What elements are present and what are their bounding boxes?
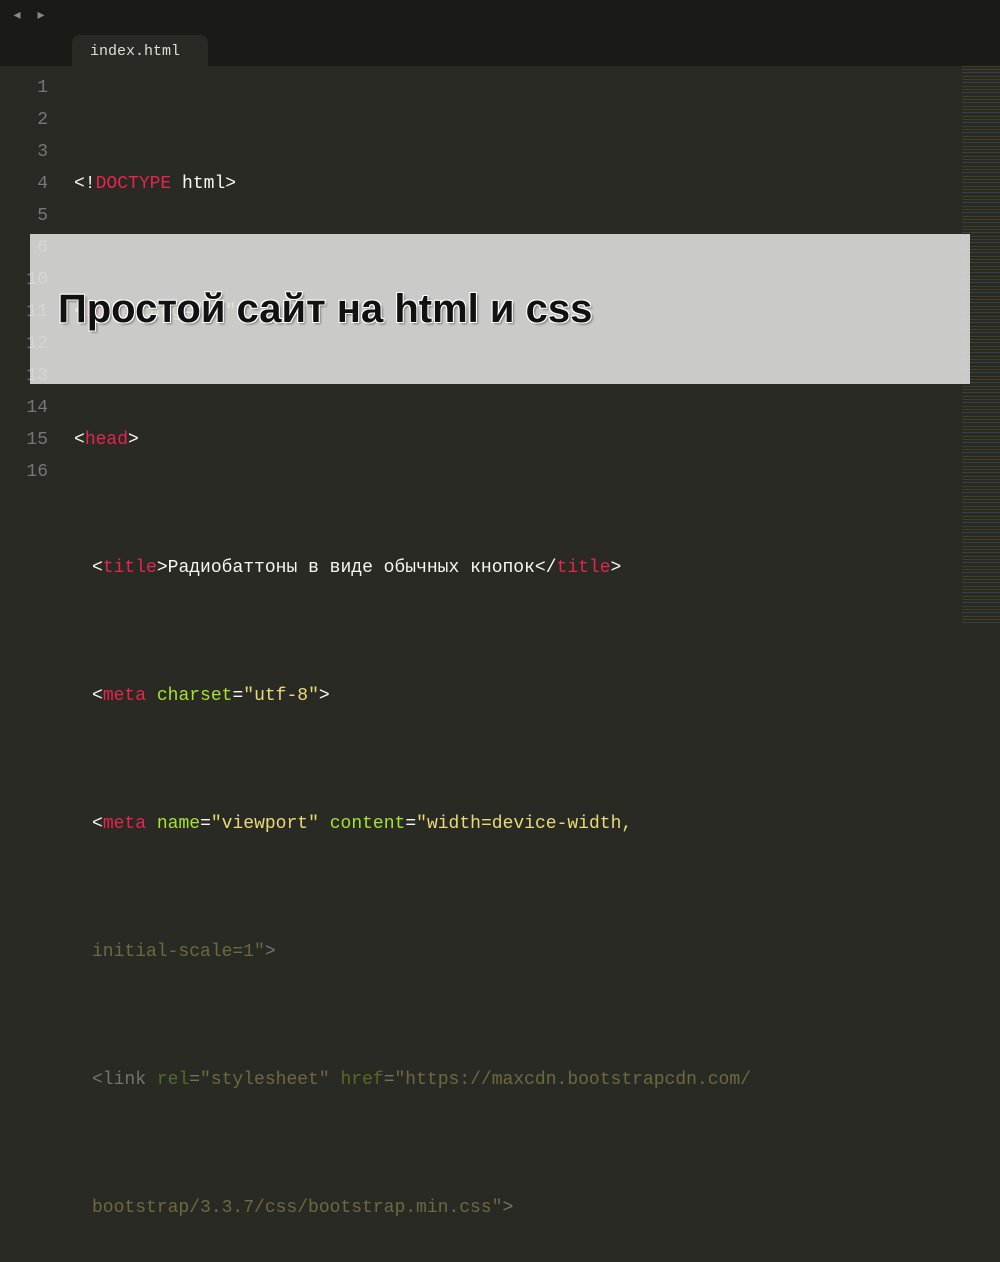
line-number: 3 [0,136,62,168]
line-number: 16 [0,456,62,488]
tab-index-html[interactable]: index.html [72,35,208,66]
titlebar: ◂ ▸ [0,0,1000,30]
line-number: 5 [0,200,62,232]
tabbar: index.html [0,30,1000,66]
line-number: 14 [0,392,62,424]
line-number: 1 [0,72,62,104]
tab-label: index.html [90,43,180,60]
right-arrow-icon[interactable]: ▸ [32,6,50,24]
left-arrow-icon[interactable]: ◂ [8,6,26,24]
line-number: 4 [0,168,62,200]
overlay-banner: Простой сайт на html и css [30,234,970,384]
line-number: 15 [0,424,62,456]
line-number: 2 [0,104,62,136]
overlay-text: Простой сайт на html и css [58,287,592,332]
